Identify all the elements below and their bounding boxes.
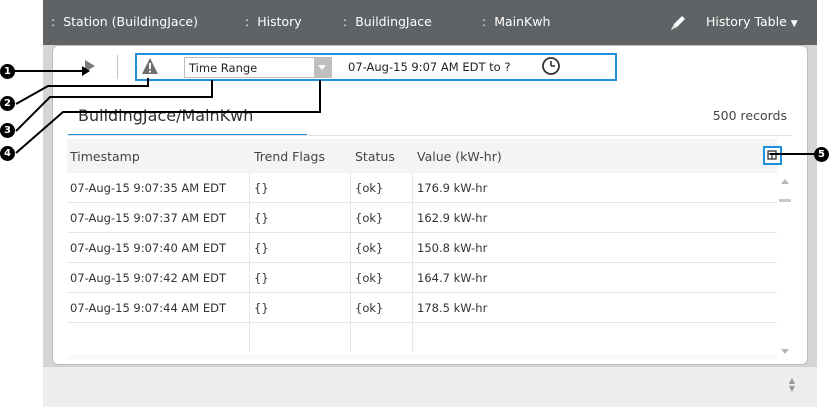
callout-4-line	[15, 80, 321, 154]
callout-5: 5	[814, 147, 829, 162]
callout-3: 3	[0, 123, 15, 138]
callout-2: 2	[0, 96, 15, 111]
callout-2-line	[15, 78, 149, 105]
callout-1-arrow	[82, 66, 90, 76]
callout-4: 4	[0, 146, 15, 161]
callout-lines	[12, 66, 818, 155]
callout-1: 1	[0, 64, 15, 79]
